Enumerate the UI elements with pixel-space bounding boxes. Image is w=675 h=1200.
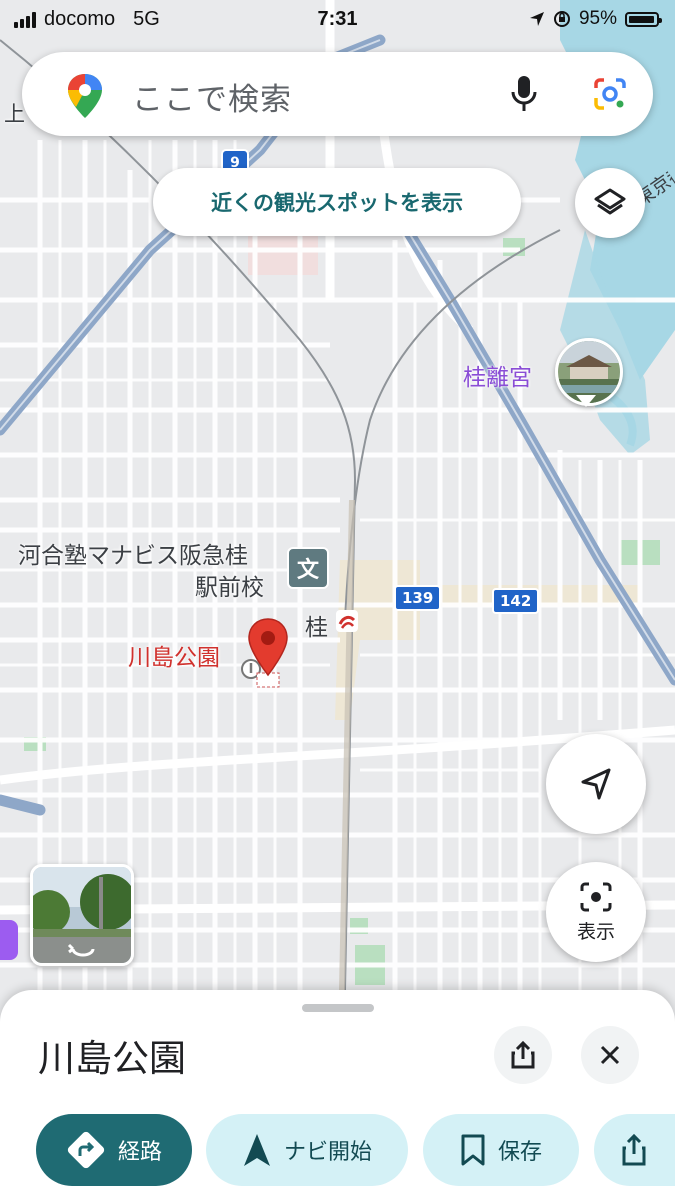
camera-icon bbox=[580, 882, 612, 911]
street-view-thumbnail[interactable] bbox=[30, 864, 134, 966]
microphone-icon[interactable] bbox=[509, 74, 539, 114]
location-arrow-icon bbox=[529, 12, 544, 26]
close-button[interactable] bbox=[581, 1026, 639, 1084]
share-icon bbox=[622, 1133, 646, 1166]
share-icon bbox=[511, 1040, 535, 1069]
directions-icon bbox=[67, 1131, 105, 1169]
live-view-button[interactable]: 表示 bbox=[546, 862, 646, 962]
my-location-button[interactable] bbox=[546, 734, 646, 834]
place-title: 川島公園 bbox=[38, 1037, 186, 1080]
hankyu-station-icon[interactable] bbox=[336, 610, 358, 632]
search-input[interactable]: ここで検索 bbox=[132, 74, 292, 119]
side-tab[interactable] bbox=[0, 920, 18, 960]
nearby-attractions-chip[interactable]: 近くの観光スポットを表示 bbox=[153, 168, 521, 236]
share-action-button[interactable] bbox=[594, 1114, 675, 1186]
school-label-line2[interactable]: 駅前校 bbox=[195, 568, 264, 602]
school-label-line1[interactable]: 河合塾マナビス阪急桂 bbox=[18, 536, 248, 570]
place-bottom-sheet[interactable]: 川島公園 経路 ナビ開始 保存 bbox=[0, 990, 675, 1200]
school-icon[interactable]: 文 bbox=[287, 547, 329, 589]
google-maps-logo-icon bbox=[68, 74, 102, 118]
katsura-rikyu-label[interactable]: 桂離宮 bbox=[463, 358, 532, 392]
directions-button[interactable]: 経路 bbox=[36, 1114, 192, 1186]
start-navigation-label: ナビ開始 bbox=[283, 1140, 372, 1165]
location-pin-icon[interactable] bbox=[247, 617, 289, 691]
navigation-arrow-outline-icon bbox=[581, 768, 611, 800]
station-label[interactable]: 桂 bbox=[305, 608, 328, 642]
photo-pointer-icon bbox=[576, 395, 596, 407]
route-142-shield: 142 bbox=[492, 588, 540, 614]
rotation-lock-icon bbox=[553, 11, 570, 27]
live-view-label: 表示 bbox=[576, 920, 615, 943]
save-button[interactable]: 保存 bbox=[423, 1114, 579, 1186]
street-view-photo-icon bbox=[33, 867, 131, 963]
navigation-arrow-icon bbox=[243, 1134, 270, 1166]
route-139-shield: 139 bbox=[394, 585, 442, 611]
bookmark-icon bbox=[461, 1134, 485, 1166]
layers-button[interactable] bbox=[575, 168, 645, 238]
start-navigation-button[interactable]: ナビ開始 bbox=[206, 1114, 408, 1186]
search-bar[interactable]: ここで検索 bbox=[22, 52, 653, 136]
save-label: 保存 bbox=[497, 1140, 542, 1165]
nearby-attractions-label: 近くの観光スポットを表示 bbox=[211, 191, 463, 215]
close-icon bbox=[600, 1045, 620, 1065]
sheet-drag-handle[interactable] bbox=[302, 1004, 374, 1012]
google-lens-icon[interactable] bbox=[592, 76, 628, 112]
battery-icon bbox=[625, 11, 662, 27]
layers-icon bbox=[594, 188, 626, 215]
share-button[interactable] bbox=[494, 1026, 552, 1084]
partial-label-top-left: 上 bbox=[4, 102, 25, 126]
directions-label: 経路 bbox=[117, 1140, 162, 1165]
park-label[interactable]: 川島公園 bbox=[128, 638, 220, 672]
battery-percent: 95% bbox=[578, 8, 617, 29]
garden-photo-icon bbox=[558, 341, 620, 403]
status-bar: docomo 5G 7:31 95% bbox=[0, 0, 675, 40]
